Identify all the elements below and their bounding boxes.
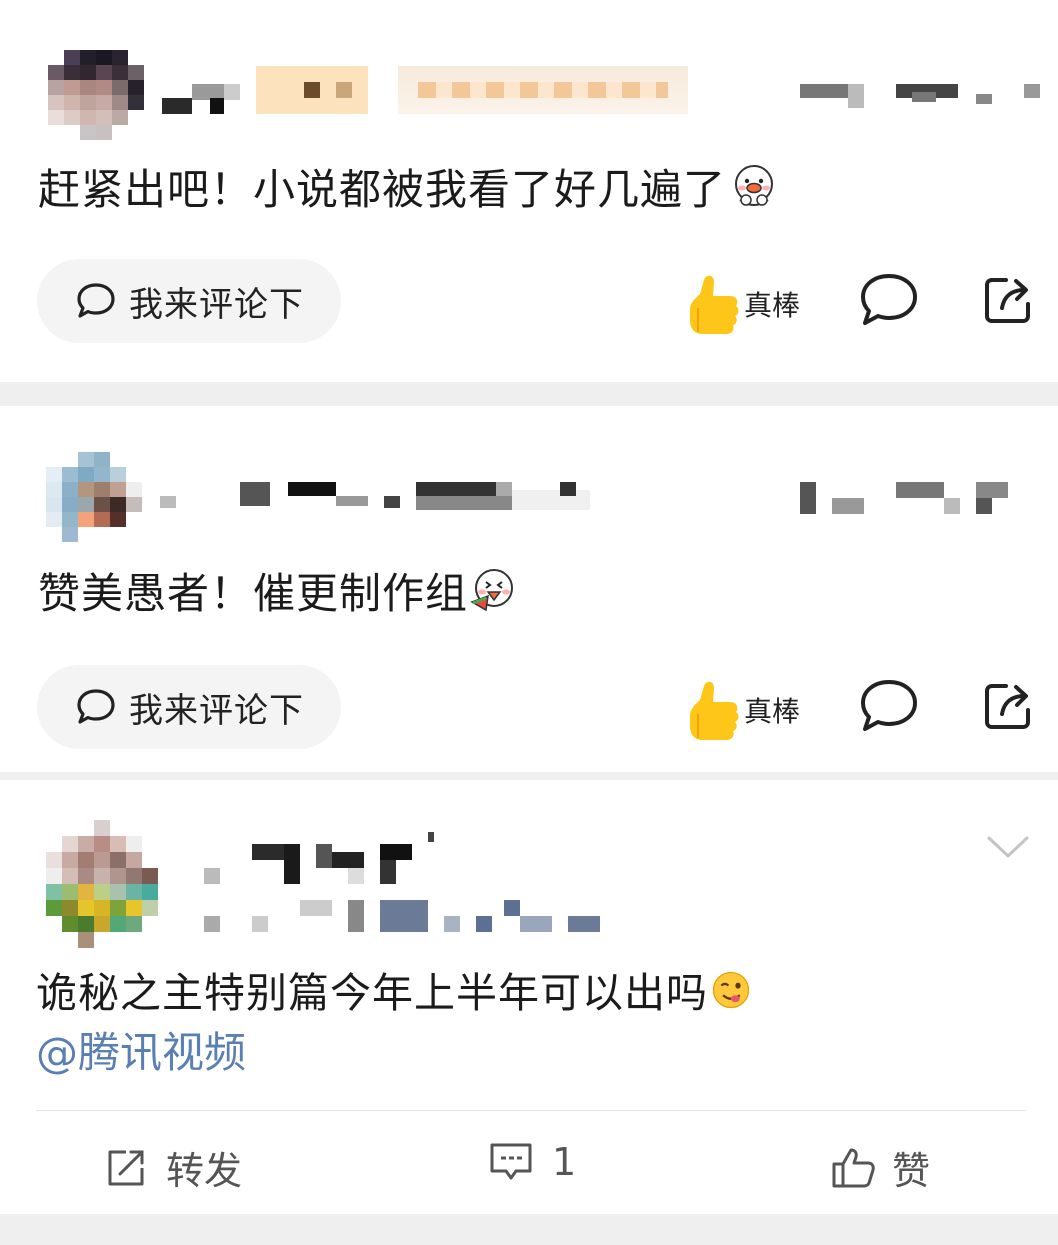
reply-placeholder: 我来评论下 [129,690,304,731]
thumbs-up-icon[interactable] [684,272,742,338]
user-badge-blurred [256,66,368,114]
thumbs-up-icon[interactable] [684,678,742,744]
comment-card-2: 赞美愚者！催更制作组 我来评论下 真棒 [0,406,1058,772]
username-blurred[interactable] [160,482,590,512]
mention-link[interactable]: @腾讯视频 [36,1028,246,1078]
comment-body: 赞美愚者！催更制作组 [38,569,469,618]
thumbs-up-outline-icon [832,1148,875,1187]
share-icon[interactable] [982,678,1036,732]
action-divider [36,1110,1026,1111]
comment-text: 赞美愚者！催更制作组 [38,566,516,619]
share-icon[interactable] [982,272,1036,326]
speech-bubble-icon [77,689,115,724]
comment-body: 赶紧出吧！小说都被我看了好几遍了 [38,165,727,214]
username-blurred[interactable] [162,84,240,114]
avatar[interactable] [48,50,144,140]
timestamp-blurred [800,482,1010,516]
card-separator [0,382,1058,406]
comment-icon[interactable] [858,678,920,734]
like-label: 赞 [892,1149,931,1193]
avatar[interactable] [46,452,142,544]
bottom-separator [0,1214,1058,1245]
user-tag-blurred [398,66,688,114]
duck-eating-emoji [470,569,514,612]
repost-label: 转发 [166,1149,243,1193]
comment-box-icon [490,1143,532,1180]
card-separator [0,772,1058,780]
like-button[interactable]: 赞 [830,1140,930,1195]
avatar[interactable] [46,820,158,948]
like-label[interactable]: 真棒 [744,690,800,730]
comment-text: 赶紧出吧！小说都被我看了好几遍了 [38,162,778,215]
comment-card-1: 赶紧出吧！小说都被我看了好几遍了 我来评论下 真棒 [0,0,1058,382]
reply-placeholder: 我来评论下 [129,284,304,325]
post-text: 诡秘之主特别篇今年上半年可以出吗 [36,968,752,1018]
username-blurred[interactable] [204,828,444,888]
timestamp-blurred [800,84,1040,108]
duck-shy-emoji [735,165,774,206]
repost-icon [108,1150,144,1185]
reply-input[interactable]: 我来评论下 [37,259,341,343]
comment-count: 1 [552,1140,577,1184]
speech-bubble-icon [77,283,115,318]
post-meta-blurred [204,900,604,932]
reply-input[interactable]: 我来评论下 [37,665,341,749]
post-body: 诡秘之主特别篇今年上半年可以出吗 [36,969,708,1017]
chevron-down-icon[interactable] [986,834,1030,862]
repost-button[interactable]: 转发 [104,1140,242,1195]
like-label[interactable]: 真棒 [744,284,800,324]
yum-face-emoji [712,971,750,1009]
comment-count-button[interactable]: 1 [488,1140,576,1184]
comment-icon[interactable] [858,272,920,328]
